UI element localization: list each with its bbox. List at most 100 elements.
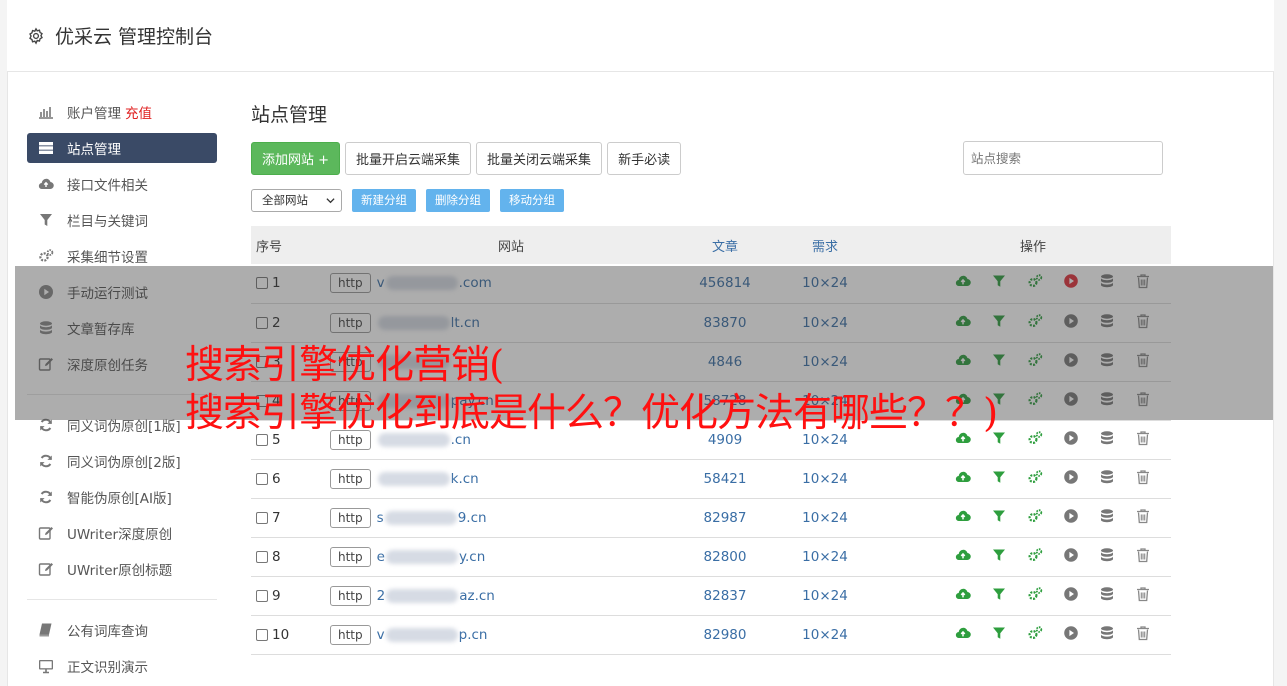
cloud-upload-icon[interactable] xyxy=(955,508,971,524)
scheme-badge: http xyxy=(330,468,371,489)
play-circle-icon[interactable] xyxy=(1063,625,1079,641)
play-circle-icon[interactable] xyxy=(1063,547,1079,563)
cell-need[interactable]: 10×24 xyxy=(755,498,895,538)
batch-open-button[interactable]: 批量开启云端采集 xyxy=(345,141,472,175)
batch-close-button[interactable]: 批量关闭云端采集 xyxy=(476,141,603,175)
sidebar-item-group3-0[interactable]: 公有词库查询 xyxy=(27,612,217,648)
gears-icon[interactable] xyxy=(1027,508,1043,524)
cell-articles[interactable]: 58421 xyxy=(695,459,755,499)
database-icon[interactable] xyxy=(1099,469,1115,485)
row-actions xyxy=(955,469,1151,485)
domain-prefix: v xyxy=(376,626,385,643)
cell-ops xyxy=(895,498,1171,538)
sidebar-item-group2-1[interactable]: 同义词伪原创[2版] xyxy=(27,443,217,479)
play-circle-icon[interactable] xyxy=(1063,586,1079,602)
gears-icon[interactable] xyxy=(1027,430,1043,446)
site-domain-link[interactable]: e y.cn xyxy=(377,549,486,565)
add-site-button[interactable]: 添加网站 + xyxy=(251,141,341,175)
site-domain-link[interactable]: v p.cn xyxy=(377,627,488,643)
cell-articles[interactable]: 82980 xyxy=(695,615,755,655)
cell-articles[interactable]: 82837 xyxy=(695,576,755,616)
cloud-upload-icon[interactable] xyxy=(955,586,971,602)
cell-need[interactable]: 10×24 xyxy=(755,537,895,577)
app-title: 优采云 管理控制台 xyxy=(55,26,214,48)
cloud-upload-icon[interactable] xyxy=(955,469,971,485)
cloud-upload-icon[interactable] xyxy=(955,547,971,563)
row-actions xyxy=(955,586,1151,602)
row-checkbox[interactable] xyxy=(256,472,268,485)
trash-icon[interactable] xyxy=(1135,430,1151,446)
cell-need[interactable]: 10×24 xyxy=(755,459,895,499)
newbie-guide-button[interactable]: 新手必读 xyxy=(607,141,682,175)
filter-icon[interactable] xyxy=(991,625,1007,641)
database-icon[interactable] xyxy=(1099,586,1115,602)
domain-suffix: y.cn xyxy=(458,548,486,565)
new-group-button[interactable]: 新建分组 xyxy=(352,188,416,212)
cell-ops xyxy=(895,576,1171,616)
delete-group-button[interactable]: 删除分组 xyxy=(426,188,490,212)
recharge-link[interactable]: 充值 xyxy=(125,102,152,122)
gears-icon[interactable] xyxy=(1027,625,1043,641)
row-checkbox[interactable] xyxy=(256,589,268,602)
database-icon[interactable] xyxy=(1099,625,1115,641)
sidebar-item-group3-1[interactable]: 正文识别演示 xyxy=(27,648,217,684)
database-icon[interactable] xyxy=(1099,508,1115,524)
row-actions xyxy=(955,508,1151,524)
filter-icon[interactable] xyxy=(991,586,1007,602)
filter-icon[interactable] xyxy=(991,508,1007,524)
cell-no: 10 xyxy=(251,615,327,655)
play-circle-icon[interactable] xyxy=(1063,508,1079,524)
gears-icon[interactable] xyxy=(1027,469,1043,485)
sidebar-item-group2-4[interactable]: UWriter原创标题 xyxy=(27,551,217,587)
toolbar: 添加网站 + 批量开启云端采集 批量关闭云端采集 新手必读 xyxy=(251,141,1171,175)
filter-icon[interactable] xyxy=(991,469,1007,485)
sidebar-item-label: 同义词伪原创[2版] xyxy=(67,455,181,471)
trash-icon[interactable] xyxy=(1135,586,1151,602)
trash-icon[interactable] xyxy=(1135,625,1151,641)
sidebar-item-items-2[interactable]: 接口文件相关 xyxy=(27,166,217,202)
group-select-value: 全部网站 xyxy=(262,193,308,207)
play-circle-icon[interactable] xyxy=(1063,469,1079,485)
play-circle-icon[interactable] xyxy=(1063,430,1079,446)
cell-articles[interactable]: 82800 xyxy=(695,537,755,577)
cell-no: 6 xyxy=(251,459,327,499)
database-icon[interactable] xyxy=(1099,430,1115,446)
filter-icon[interactable] xyxy=(991,547,1007,563)
redacted-domain xyxy=(386,588,459,603)
sidebar-item-group2-3[interactable]: UWriter深度原创 xyxy=(27,515,217,551)
site-search-input[interactable] xyxy=(963,141,1163,175)
trash-icon[interactable] xyxy=(1135,547,1151,563)
group-select[interactable]: 全部网站 xyxy=(251,188,342,212)
gears-icon[interactable] xyxy=(1027,586,1043,602)
gear-icon[interactable] xyxy=(27,27,45,45)
cloud-upload-icon[interactable] xyxy=(955,625,971,641)
database-icon[interactable] xyxy=(1099,547,1115,563)
row-number: 6 xyxy=(272,470,281,487)
sidebar-divider xyxy=(27,599,217,600)
cell-articles[interactable]: 82987 xyxy=(695,498,755,538)
edit-icon xyxy=(37,524,55,542)
sidebar-item-items-1[interactable]: 站点管理 xyxy=(27,133,217,163)
row-checkbox[interactable] xyxy=(256,628,268,641)
site-domain-link[interactable]: k.cn xyxy=(377,471,479,487)
move-group-button[interactable]: 移动分组 xyxy=(500,188,564,212)
cell-no: 9 xyxy=(251,576,327,616)
site-domain-link[interactable]: s 9.cn xyxy=(377,510,487,526)
cell-need[interactable]: 10×24 xyxy=(755,576,895,616)
row-checkbox[interactable] xyxy=(256,511,268,524)
table-header: 序号 网站 文章 需求 操作 xyxy=(251,226,1171,264)
trash-icon[interactable] xyxy=(1135,469,1151,485)
table-row: 10 http v p.cn 82980 10×24 xyxy=(251,615,1171,655)
sidebar-item-group2-2[interactable]: 智能伪原创[AI版] xyxy=(27,479,217,515)
row-checkbox[interactable] xyxy=(256,550,268,563)
sidebar-item-label: 智能伪原创[AI版] xyxy=(67,491,172,507)
sidebar-item-items-0[interactable]: 账户管理 充值 xyxy=(27,94,217,130)
sidebar-item-label: 接口文件相关 xyxy=(67,178,148,194)
trash-icon[interactable] xyxy=(1135,508,1151,524)
filter-icon xyxy=(37,211,55,229)
site-domain-link[interactable]: 2 az.cn xyxy=(377,588,495,604)
cell-need[interactable]: 10×24 xyxy=(755,615,895,655)
cell-site: http v p.cn xyxy=(327,615,695,655)
sidebar-item-items-3[interactable]: 栏目与关键词 xyxy=(27,202,217,238)
gears-icon[interactable] xyxy=(1027,547,1043,563)
